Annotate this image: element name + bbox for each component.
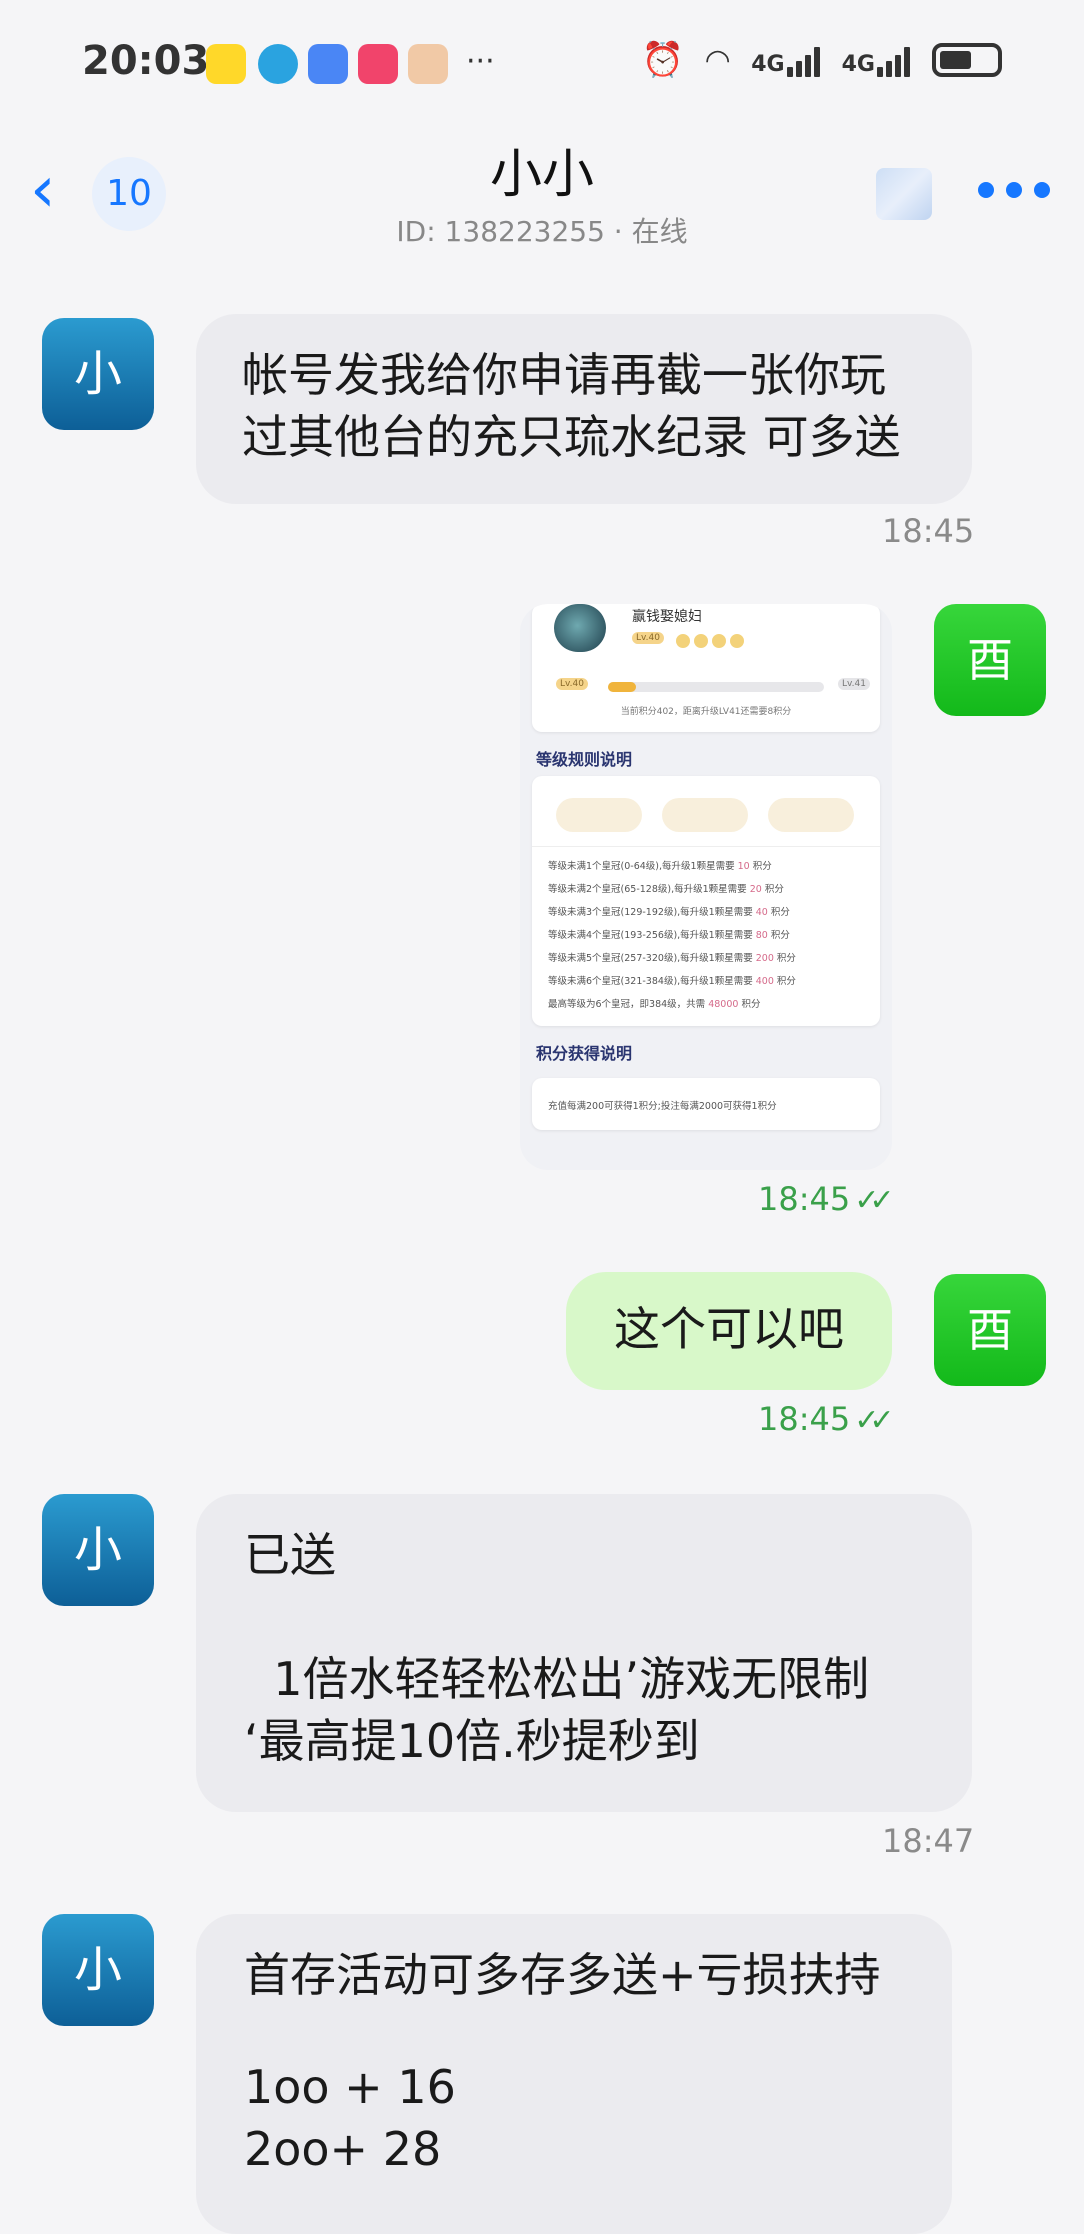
message-text: 这个可以吧: [614, 1302, 844, 1356]
message-time: 18:45: [882, 512, 975, 550]
rule-row: 等级未满3个皇冠(129-192级),每升级1颗星需要 40 积分: [548, 907, 790, 918]
profile-card: 赢钱娶媳妇 Lv.40 Lv.40 Lv.41 当前积分402，距离升级LV41…: [532, 604, 880, 732]
more-options-icon[interactable]: [978, 182, 1050, 198]
level-tier-pill: [662, 798, 748, 832]
points-card: 充值每满200可获得1积分;投注每满2000可获得1积分: [532, 1078, 880, 1130]
wifi-icon: ◠: [706, 42, 730, 78]
message-bubble[interactable]: 帐号发我给你申请再截一张你玩 过其他台的充只琉水纪录 可多送: [196, 314, 972, 504]
rule-row: 等级未满1个皇冠(0-64级),每升级1颗星需要 10 积分: [548, 861, 772, 872]
message-text: 1倍水轻轻松松出’游戏无限制: [244, 1652, 870, 1706]
progress-end-label: Lv.41: [838, 678, 870, 690]
status-right: ⏰ ◠ 4G 4G: [642, 40, 1002, 80]
level-icons: [676, 634, 744, 648]
telegram-app-icon: [258, 44, 298, 84]
message-time: 18:45 ✓✓: [758, 1180, 895, 1218]
section-title: 等级规则说明: [536, 750, 633, 769]
message-text: 已送: [244, 1528, 336, 1582]
messages-app-icon: [308, 44, 348, 84]
progress-start-label: Lv.40: [556, 678, 588, 690]
message-text: ‘最高提10倍.秒提秒到: [244, 1714, 700, 1768]
rule-row: 最高等级为6个皇冠，即384级，共需 48000 积分: [548, 999, 761, 1010]
message-bubble[interactable]: 已送 1倍水轻轻松松出’游戏无限制 ‘最高提10倍.秒提秒到: [196, 1494, 972, 1812]
level-tier-pill: [556, 798, 642, 832]
rules-card: 等级未满1个皇冠(0-64级),每升级1颗星需要 10 积分 等级未满2个皇冠(…: [532, 776, 880, 1026]
status-time: 20:03: [82, 38, 210, 84]
divider: [532, 846, 880, 847]
contact-avatar[interactable]: 小: [42, 1494, 154, 1606]
message-time: 18:47: [882, 1822, 975, 1860]
self-avatar[interactable]: 酉: [934, 1274, 1046, 1386]
rule-row: 等级未满4个皇冠(193-256级),每升级1颗星需要 80 积分: [548, 930, 790, 941]
contact-avatar-blurred[interactable]: [876, 168, 932, 220]
message-bubble[interactable]: 这个可以吧: [566, 1272, 892, 1390]
image-message[interactable]: 赢钱娶媳妇 Lv.40 Lv.40 Lv.41 当前积分402，距离升级LV41…: [520, 604, 892, 1170]
cartoon-app-icon: [408, 44, 448, 84]
read-check-icon: ✓✓: [854, 1403, 894, 1438]
message-text: 1oo + 16: [244, 2060, 456, 2114]
contact-avatar[interactable]: 小: [42, 318, 154, 430]
message-text: 2oo+ 28: [244, 2122, 442, 2176]
level-tier-pill: [768, 798, 854, 832]
contact-avatar[interactable]: 小: [42, 1914, 154, 2026]
rule-row: 等级未满2个皇冠(65-128级),每升级1颗星需要 20 积分: [548, 884, 784, 895]
rule-row: 等级未满5个皇冠(257-320级),每升级1颗星需要 200 积分: [548, 953, 796, 964]
self-avatar[interactable]: 酉: [934, 604, 1046, 716]
level-badge: Lv.40: [632, 632, 664, 644]
signal-bars-icon: [786, 43, 820, 77]
points-text: 充值每满200可获得1积分;投注每满2000可获得1积分: [548, 1101, 777, 1112]
level-progress-fill: [608, 682, 637, 692]
section-title: 积分获得说明: [536, 1044, 633, 1063]
status-bar: 20:03 ··· ⏰ ◠ 4G 4G: [0, 0, 1084, 120]
progress-text: 当前积分402，距离升级LV41还需要8积分: [620, 707, 792, 717]
message-text: 首存活动可多存多送+亏损扶持: [244, 1948, 881, 2002]
alarm-icon: ⏰: [641, 40, 685, 80]
signal-1: 4G: [751, 43, 820, 77]
xianyu-app-icon: [206, 44, 246, 84]
profile-name: 赢钱娶媳妇: [632, 609, 702, 625]
more-notifications-icon: ···: [466, 44, 495, 79]
level-progress-bar: [608, 682, 824, 692]
battery-icon: [932, 43, 1002, 77]
message-text: 帐号发我给你申请再截一张你玩: [242, 348, 886, 402]
video-app-icon: [358, 44, 398, 84]
message-text: 过其他台的充只琉水纪录 可多送: [242, 410, 901, 464]
signal-bars-icon: [877, 43, 910, 77]
read-check-icon: ✓✓: [854, 1183, 894, 1218]
message-time: 18:45 ✓✓: [758, 1400, 895, 1438]
message-bubble[interactable]: 首存活动可多存多送+亏损扶持 1oo + 16 2oo+ 28: [196, 1914, 952, 2234]
rule-row: 等级未满6个皇冠(321-384级),每升级1颗星需要 400 积分: [548, 976, 796, 987]
game-avatar: [554, 604, 606, 652]
signal-2: 4G: [842, 43, 910, 77]
